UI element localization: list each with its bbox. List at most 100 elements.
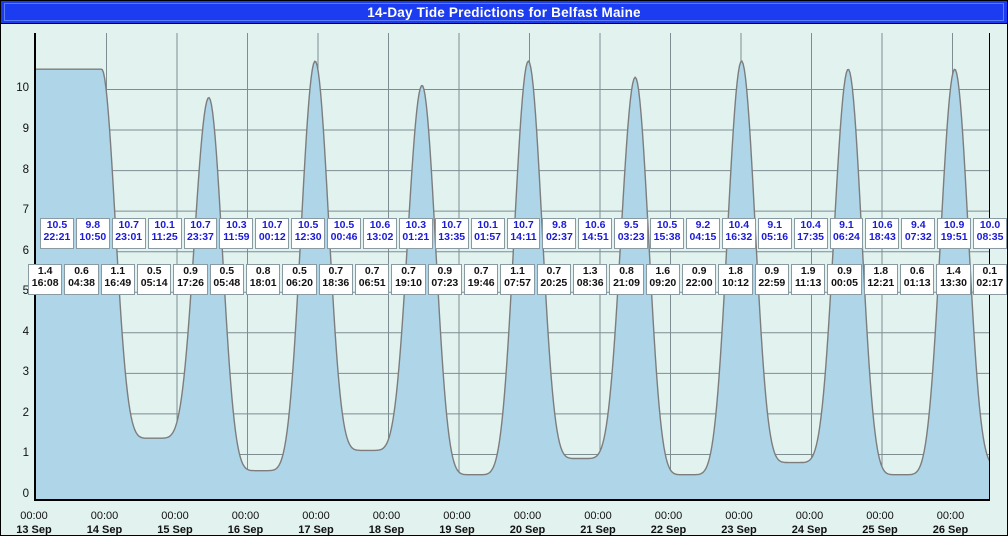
tide-time: 16:08 [31, 276, 59, 289]
tide-time: 08:36 [576, 276, 604, 289]
tide-time: 10:12 [722, 276, 749, 289]
tide-time: 21:09 [613, 276, 640, 289]
tide-time: 02:37 [545, 230, 573, 243]
x-axis-tick-label: 00:00 15 Sep [135, 509, 215, 537]
tide-time: 16:32 [725, 230, 753, 243]
tide-height: 0.9 [691, 265, 707, 277]
tide-height: 1.9 [800, 265, 816, 277]
y-axis-tick-label: 3 [22, 366, 29, 379]
tide-height: 10.7 [190, 219, 211, 231]
x-axis-tick-time: 00:00 [584, 510, 612, 522]
low-tide-label: 0.6 01:13 [900, 264, 935, 295]
tide-height: 0.7 [473, 265, 489, 277]
low-tide-label: 0.9 07:23 [427, 264, 462, 295]
x-axis-tick-label: 00:00 24 Sep [770, 509, 850, 537]
high-tide-label: 10.3 11:59 [219, 218, 254, 249]
tide-height: 10.5 [297, 219, 319, 231]
tide-time: 18:01 [249, 276, 277, 289]
tide-time: 19:46 [467, 276, 495, 289]
tide-height: 10.7 [262, 219, 283, 231]
tide-time: 14:11 [510, 230, 537, 243]
low-tide-label: 1.6 09:20 [645, 264, 680, 295]
tide-time: 06:20 [286, 276, 313, 289]
tide-time: 01:57 [474, 230, 502, 243]
tide-time: 17:35 [797, 230, 825, 243]
tide-height: 0.8 [619, 265, 634, 277]
high-tide-label: 10.7 14:11 [506, 218, 541, 249]
tide-height: 10.5 [333, 219, 355, 231]
tide-time: 05:48 [213, 276, 241, 289]
high-tide-label: 10.5 00:46 [327, 218, 361, 249]
high-tide-label: 10.5 22:21 [40, 218, 74, 249]
tide-height: 10.5 [656, 219, 678, 231]
low-tide-label: 0.8 21:09 [609, 264, 644, 295]
tide-time: 13:30 [940, 276, 967, 289]
x-axis-tick-label: 00:00 22 Sep [629, 509, 709, 537]
high-tide-label: 9.1 06:24 [829, 218, 864, 249]
low-tide-label: 0.7 19:10 [391, 264, 426, 295]
tide-height: 9.8 [85, 219, 101, 231]
high-tide-label: 10.6 14:51 [578, 218, 613, 249]
tide-height: 10.7 [441, 219, 462, 231]
x-axis-tick-date: 14 Sep [86, 524, 123, 536]
low-tide-label: 1.4 13:30 [936, 264, 971, 295]
low-tide-label: 1.3 08:36 [573, 264, 608, 295]
x-axis-tick-date: 24 Sep [791, 524, 828, 536]
tide-height: 1.3 [582, 265, 598, 277]
low-tide-label: 1.8 12:21 [863, 264, 898, 295]
x-axis-tick-time: 00:00 [866, 510, 894, 522]
low-tide-label: 1.1 16:49 [100, 264, 135, 295]
tide-height: 9.4 [910, 219, 926, 231]
low-tide-label: 1.8 10:12 [718, 264, 753, 295]
tide-time: 06:24 [833, 230, 860, 243]
x-axis-tick-date: 20 Sep [509, 524, 546, 536]
high-tide-label: 10.9 19:51 [937, 218, 972, 249]
x-axis-tick-time: 00:00 [231, 510, 260, 522]
low-tide-label: 0.6 04:38 [64, 264, 99, 295]
tide-time: 01:21 [402, 230, 430, 243]
tide-height: 0.6 [909, 265, 925, 277]
y-axis-tick-label: 0 [22, 488, 29, 500]
y-axis-tick-label: 8 [22, 163, 29, 176]
tide-time: 12:30 [294, 230, 322, 243]
tide-height: 0.7 [401, 265, 416, 277]
y-axis-tick-label: 9 [22, 123, 29, 136]
high-tide-label: 10.4 17:35 [793, 218, 828, 249]
high-tide-label: 10.7 00:12 [255, 218, 290, 249]
high-tide-label: 10.1 01:57 [470, 218, 505, 249]
tide-time: 11:25 [151, 230, 178, 243]
x-axis-tick-label: 00:00 13 Sep [0, 509, 74, 537]
y-axis-tick-label: 1 [22, 447, 29, 460]
low-tide-label: 0.5 06:20 [282, 264, 317, 295]
tide-time: 08:35 [976, 230, 1004, 243]
low-tide-label: 0.7 06:51 [355, 264, 390, 295]
tide-time: 11:59 [223, 230, 250, 243]
x-axis-tick-label: 00:00 26 Sep [911, 509, 991, 537]
tide-height: 1.1 [110, 265, 126, 277]
tide-time: 19:51 [940, 230, 968, 243]
tide-time: 02:17 [976, 276, 1004, 289]
tide-height: 1.8 [728, 265, 743, 277]
tide-time: 22:21 [43, 230, 71, 243]
tide-time: 22:00 [685, 276, 713, 289]
x-axis-tick-label: 00:00 17 Sep [276, 509, 356, 537]
high-tide-label: 10.7 23:01 [111, 218, 146, 249]
high-tide-label: 10.3 01:21 [398, 218, 433, 249]
tide-time: 13:02 [366, 230, 394, 243]
tide-height: 0.5 [146, 265, 162, 277]
tide-height: 1.8 [873, 265, 889, 277]
high-tide-label: 9.8 02:37 [542, 218, 577, 249]
tide-time: 23:01 [115, 230, 143, 243]
x-axis-tick-date: 22 Sep [650, 524, 687, 536]
high-tide-label: 10.6 18:43 [865, 218, 900, 249]
low-tide-label: 0.9 17:26 [173, 264, 208, 295]
high-tide-label: 9.5 03:23 [614, 218, 649, 249]
page-title: 14-Day Tide Predictions for Belfast Main… [367, 4, 641, 20]
x-axis-tick-date: 23 Sep [721, 524, 757, 536]
tide-height: 0.5 [219, 265, 235, 277]
tide-height: 10.5 [46, 219, 68, 231]
x-axis-tick-date: 17 Sep [298, 524, 334, 536]
low-tide-label: 0.5 05:48 [209, 264, 244, 295]
tide-height: 10.0 [979, 219, 1001, 231]
x-axis-tick-label: 00:00 16 Sep [206, 509, 286, 537]
